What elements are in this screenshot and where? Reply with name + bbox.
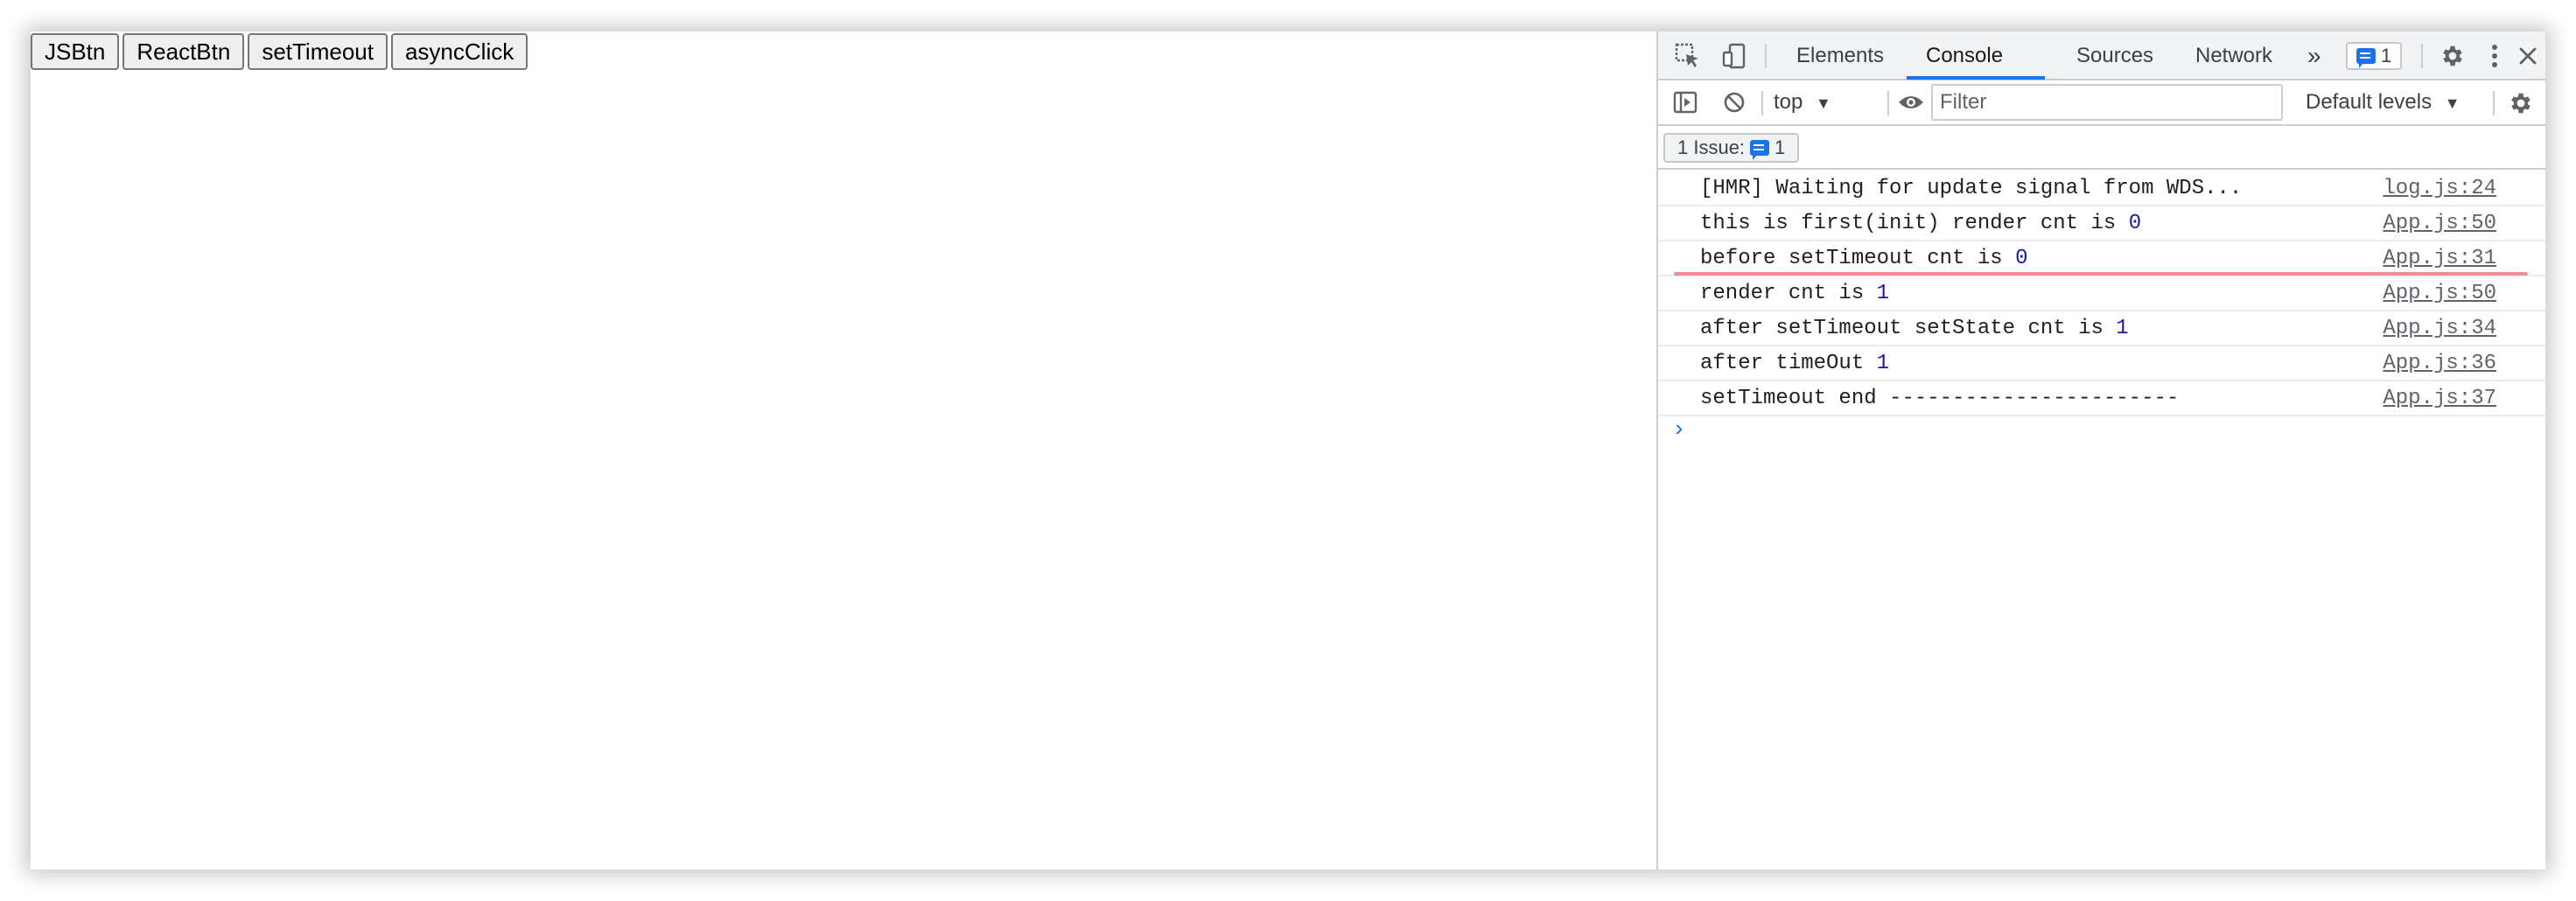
- console-toolbar: top ▼ Default levels ▼: [1658, 80, 2545, 126]
- console-prompt-icon[interactable]: ›: [1672, 416, 1686, 443]
- log-source-link[interactable]: App.js:50: [2383, 206, 2496, 241]
- device-toolbar-icon[interactable]: [1719, 40, 1751, 72]
- devtools-tabbar: Elements Console Sources Network » 1: [1658, 31, 2545, 80]
- issues-bar-label: 1 Issue:: [1677, 136, 1746, 158]
- console-output: [HMR] Waiting for update signal from WDS…: [1658, 171, 2545, 416]
- tabbar-divider: [1765, 44, 1767, 68]
- show-sidebar-icon[interactable]: [1670, 87, 1700, 117]
- console-settings-gear-icon[interactable]: [2505, 87, 2537, 119]
- log-levels-dropdown[interactable]: Default levels ▼: [2306, 80, 2460, 124]
- clear-console-icon[interactable]: [1719, 87, 1749, 117]
- page-viewport: JSBtn ReactBtn setTimeout asyncClick: [31, 31, 1656, 870]
- log-levels-label: Default levels: [2306, 90, 2432, 114]
- red-underline-annotation: [1674, 272, 2528, 276]
- console-log-row: after timeOut 1 App.js:36: [1658, 346, 2545, 381]
- log-message: this is first(init) render cnt is 0: [1700, 212, 2142, 235]
- log-message: before setTimeout cnt is 0: [1700, 247, 2028, 270]
- tab-console[interactable]: Console: [1926, 31, 2003, 80]
- log-message: after timeOut 1: [1700, 352, 1890, 375]
- filter-input[interactable]: [1931, 84, 2283, 121]
- more-options-icon[interactable]: [2484, 40, 2505, 72]
- tabbar-divider: [2421, 44, 2423, 68]
- tab-network[interactable]: Network: [2195, 31, 2272, 80]
- browser-window: JSBtn ReactBtn setTimeout asyncClick Ele…: [31, 31, 2545, 870]
- issues-badge-count: 1: [2381, 45, 2392, 66]
- active-tab-indicator: [1907, 76, 2045, 80]
- issues-badge[interactable]: 1: [2346, 42, 2403, 70]
- issues-bar-count: 1: [1774, 136, 1786, 158]
- context-selector-label: top: [1774, 90, 1803, 114]
- devtools-panel: Elements Console Sources Network » 1 top…: [1656, 31, 2545, 870]
- log-message: [HMR] Waiting for update signal from WDS…: [1700, 177, 2243, 200]
- console-log-row: this is first(init) render cnt is 0 App.…: [1658, 206, 2545, 241]
- settimeout-button[interactable]: setTimeout: [248, 33, 388, 70]
- issues-chat-icon: [1750, 140, 1770, 160]
- more-tabs-icon[interactable]: »: [2307, 31, 2321, 80]
- log-source-link[interactable]: App.js:37: [2383, 381, 2496, 416]
- close-devtools-icon[interactable]: [2514, 42, 2542, 70]
- toolbar-divider: [1887, 91, 1889, 115]
- toolbar-divider: [2493, 91, 2495, 115]
- context-selector[interactable]: top ▼: [1774, 80, 1831, 124]
- inspect-element-icon[interactable]: [1672, 40, 1704, 72]
- log-source-link[interactable]: App.js:36: [2383, 346, 2496, 381]
- log-source-link[interactable]: App.js:50: [2383, 276, 2496, 311]
- issues-chat-icon: [2356, 48, 2376, 68]
- log-source-link[interactable]: log.js:24: [2383, 171, 2496, 206]
- asyncclick-button[interactable]: asyncClick: [390, 33, 528, 70]
- reactbtn-button[interactable]: ReactBtn: [122, 33, 245, 70]
- log-message: setTimeout end -----------------------: [1700, 387, 2180, 410]
- jsbtn-button[interactable]: JSBtn: [31, 33, 120, 70]
- console-log-row: setTimeout end ----------------------- A…: [1658, 381, 2545, 416]
- dropdown-arrow-icon: ▼: [2444, 94, 2460, 112]
- settings-gear-icon[interactable]: [2437, 40, 2468, 72]
- log-source-link[interactable]: App.js:31: [2383, 241, 2496, 276]
- button-row: JSBtn ReactBtn setTimeout asyncClick: [31, 33, 528, 70]
- console-log-row: after setTimeout setState cnt is 1 App.j…: [1658, 311, 2545, 346]
- console-log-row: [HMR] Waiting for update signal from WDS…: [1658, 171, 2545, 206]
- tab-sources[interactable]: Sources: [2076, 31, 2153, 80]
- console-log-row: render cnt is 1 App.js:50: [1658, 276, 2545, 311]
- tab-elements[interactable]: Elements: [1796, 31, 1884, 80]
- issues-bar-button[interactable]: 1 Issue: 1: [1663, 133, 1800, 163]
- console-log-row: before setTimeout cnt is 0 App.js:31: [1658, 241, 2545, 276]
- log-message: render cnt is 1: [1700, 282, 1890, 305]
- log-message: after setTimeout setState cnt is 1: [1700, 317, 2129, 340]
- live-expression-eye-icon[interactable]: [1896, 87, 1926, 117]
- issues-bar: 1 Issue: 1: [1658, 126, 2545, 170]
- toolbar-divider: [1761, 91, 1763, 115]
- log-source-link[interactable]: App.js:34: [2383, 311, 2496, 346]
- dropdown-arrow-icon: ▼: [1816, 94, 1831, 112]
